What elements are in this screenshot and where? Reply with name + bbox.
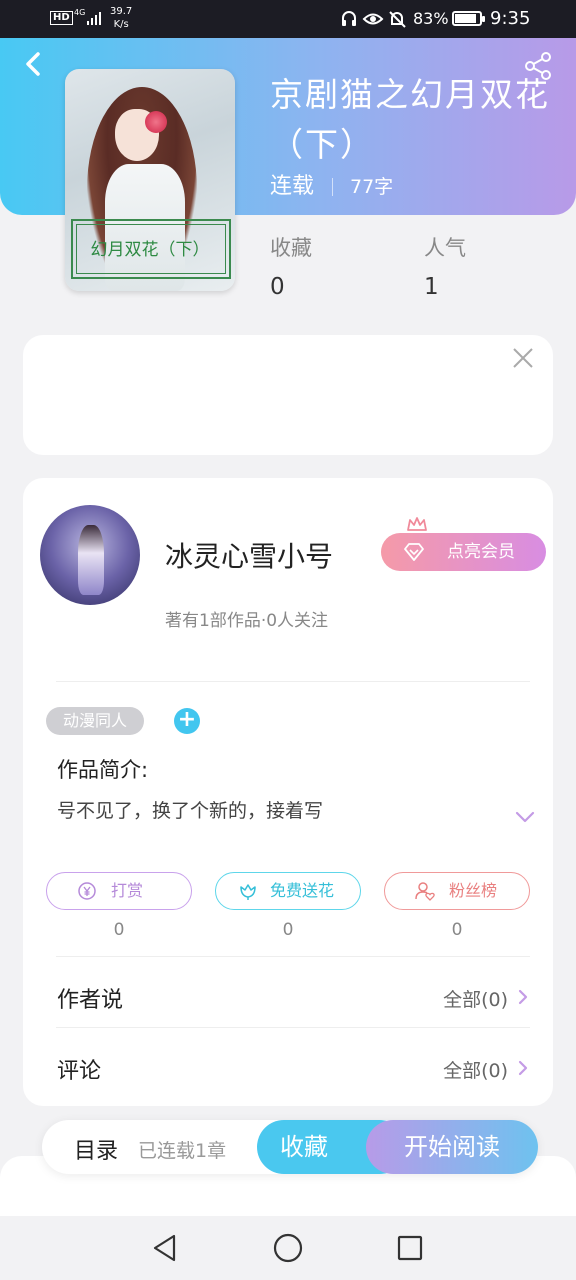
tip-button[interactable]: 打赏	[46, 872, 192, 910]
eye-icon	[362, 13, 384, 25]
nav-home-icon[interactable]	[272, 1232, 304, 1264]
meta-divider	[332, 178, 333, 196]
speed-unit: K/s	[113, 19, 129, 30]
plus-icon[interactable]: +	[174, 708, 200, 734]
chevron-right-icon	[518, 1060, 528, 1076]
popularity-value: 1	[424, 274, 439, 300]
intro-text: 号不见了，换了个新的，接着写	[57, 800, 324, 822]
chapter-count: 已连载1章	[138, 1140, 227, 1162]
yuan-icon	[78, 882, 96, 900]
vip-button-label: 点亮会员	[447, 542, 515, 562]
comments-title: 评论	[57, 1059, 102, 1084]
back-icon[interactable]	[18, 48, 48, 80]
author-says-row[interactable]: 作者说 全部(0)	[40, 968, 540, 1026]
tag-chip[interactable]: 动漫同人	[46, 707, 144, 735]
signal-icon	[87, 12, 101, 25]
status-icons	[342, 11, 406, 28]
vip-button[interactable]: 点亮会员	[381, 533, 546, 571]
status-bar: HD 4G 39.7 K/s 83% 9:35	[0, 0, 576, 38]
favorites-label: 收藏	[270, 236, 312, 260]
battery-icon	[452, 11, 485, 26]
send-flower-label: 免费送花	[270, 881, 335, 900]
clock: 9:35	[490, 8, 531, 29]
chevron-right-icon	[518, 989, 528, 1005]
flower-count: 0	[282, 920, 294, 940]
toc-button[interactable]: 目录	[74, 1133, 118, 1165]
cover-title: 幻月双花（下）	[90, 240, 210, 260]
comments-row[interactable]: 评论 全部(0)	[40, 1039, 540, 1097]
network-speed: 39.7 K/s	[110, 5, 132, 31]
intro-heading: 作品简介:	[57, 758, 149, 782]
popularity-label: 人气	[424, 236, 466, 260]
headphones-icon	[342, 11, 356, 26]
avatar[interactable]	[40, 505, 140, 605]
book-status: 连载	[270, 174, 315, 199]
battery-percent: 83%	[413, 9, 449, 28]
hd-indicator: HD	[50, 11, 73, 25]
cover-art-rose	[145, 111, 167, 133]
favorites-value: 0	[270, 274, 285, 300]
divider	[56, 1027, 530, 1028]
tip-label: 打赏	[111, 881, 144, 900]
author-says-title: 作者说	[57, 988, 124, 1013]
ad-card	[23, 335, 553, 455]
fans-ranking-button[interactable]: 粉丝榜	[384, 872, 530, 910]
speed-value: 39.7	[110, 6, 133, 17]
fans-count: 0	[451, 920, 463, 940]
send-flower-button[interactable]: 免费送花	[215, 872, 361, 910]
word-count: 77字	[350, 176, 394, 198]
author-stats: 著有1部作品·0人关注	[165, 611, 329, 631]
fans-icon	[415, 882, 435, 901]
close-icon[interactable]	[510, 345, 536, 371]
book-title: 京剧猫之幻月双花（下）	[270, 75, 550, 164]
chevron-down-icon[interactable]	[513, 808, 537, 826]
crown-icon	[407, 517, 427, 531]
nav-back-icon[interactable]	[150, 1232, 180, 1264]
diamond-icon	[404, 543, 424, 561]
divider	[56, 956, 530, 957]
divider	[56, 681, 530, 682]
author-says-all[interactable]: 全部(0)	[443, 985, 508, 1012]
book-cover[interactable]: 幻月双花（下）	[65, 69, 235, 291]
network-type: 4G	[74, 8, 86, 17]
nav-recent-icon[interactable]	[396, 1234, 424, 1262]
mute-bell-icon	[389, 11, 406, 28]
tip-count: 0	[113, 920, 125, 940]
flower-icon	[240, 884, 256, 900]
comments-all[interactable]: 全部(0)	[443, 1056, 508, 1083]
author-name[interactable]: 冰灵心雪小号	[165, 535, 333, 575]
fans-ranking-label: 粉丝榜	[449, 881, 498, 900]
start-reading-button[interactable]: 开始阅读	[366, 1120, 538, 1174]
